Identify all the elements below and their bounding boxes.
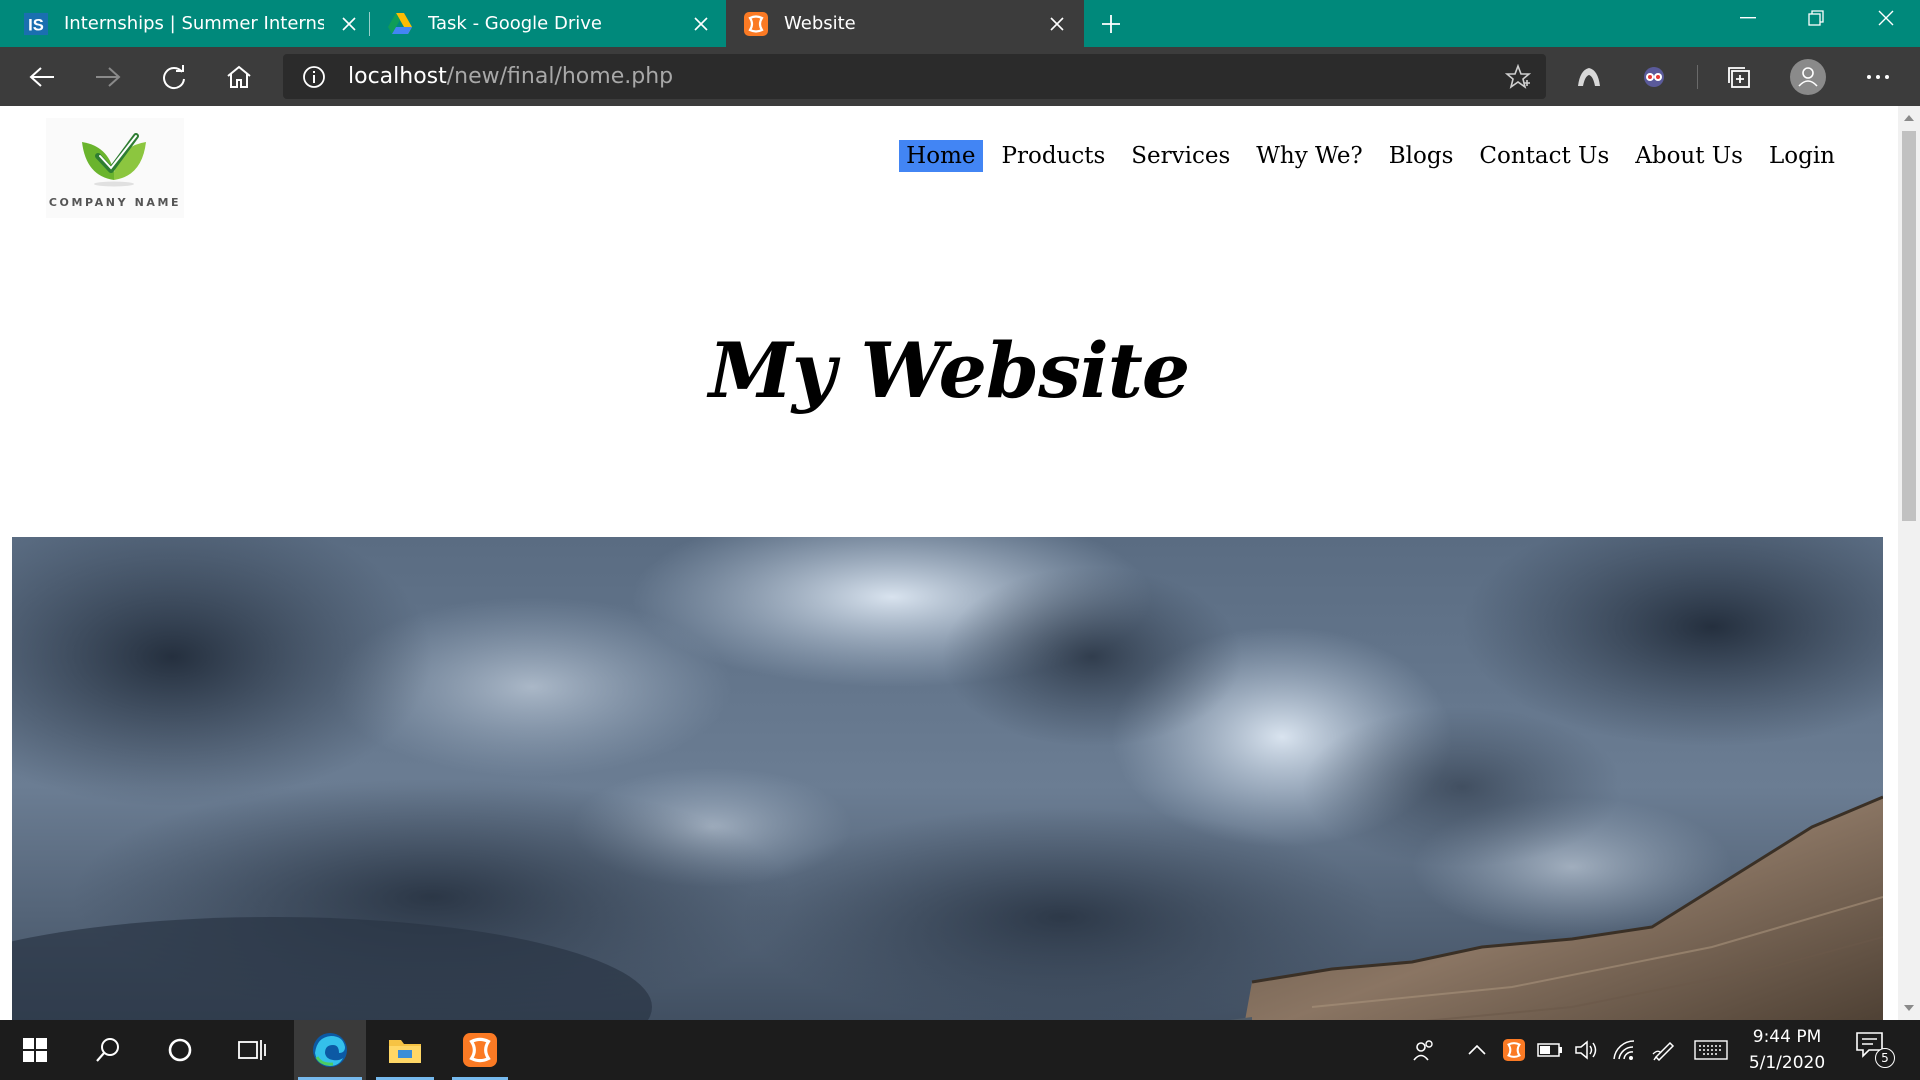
forward-button[interactable] [86,55,130,99]
nav-login[interactable]: Login [1762,140,1842,172]
svg-text:IS: IS [28,15,44,34]
extension-icon[interactable] [1567,55,1611,99]
nav-why-we[interactable]: Why We? [1249,140,1369,172]
address-bar[interactable]: localhost/new/final/home.php [283,54,1546,99]
scroll-down-arrow-icon[interactable] [1898,998,1920,1018]
nav-products[interactable]: Products [995,140,1113,172]
nav-contact-us[interactable]: Contact Us [1472,140,1616,172]
taskbar-file-explorer[interactable] [372,1020,438,1080]
tab-separator [369,12,370,36]
info-icon[interactable] [302,65,326,93]
system-clock[interactable]: 9:44 PM 5/1/2020 [1727,1024,1847,1076]
folder-icon [389,1040,421,1063]
xampp-icon [463,1033,497,1067]
minimize-button[interactable] [1714,0,1782,36]
taskbar-xampp[interactable] [448,1020,512,1080]
close-tab-icon[interactable] [690,13,712,35]
windows-taskbar: 9:44 PM 5/1/2020 5 [0,1020,1920,1080]
touch-keyboard-icon[interactable] [1693,1038,1729,1062]
xampp-icon [744,11,768,36]
google-drive-icon [388,12,412,36]
collections-icon[interactable] [1717,55,1761,99]
scroll-thumb[interactable] [1902,131,1916,521]
close-tab-icon[interactable] [1046,13,1068,35]
action-center-button[interactable]: 5 [1855,1030,1895,1070]
nav-services[interactable]: Services [1124,140,1237,172]
nav-home[interactable]: Home [899,140,983,172]
battery-icon[interactable] [1536,1038,1564,1062]
taskbar-edge[interactable] [294,1020,366,1080]
pen-workspace-icon[interactable] [1650,1038,1678,1062]
extension-eyes-icon[interactable] [1632,55,1676,99]
start-button[interactable] [5,1020,65,1080]
browser-tab-bar: IS Internships | Summer Internship Task … [0,0,1920,47]
tab-title: Website [784,13,856,34]
cortana-icon [168,1038,192,1062]
company-logo[interactable]: COMPANY NAME [46,118,184,218]
notification-count-badge: 5 [1875,1048,1895,1068]
tab-google-drive[interactable]: Task - Google Drive [388,0,712,47]
main-nav: Home Products Services Why We? Blogs Con… [887,140,1842,172]
hero-banner-image [12,537,1883,1020]
tab-website[interactable]: Website [726,0,1084,47]
refresh-button[interactable] [152,55,196,99]
toolbar-divider [1697,65,1698,89]
favorite-star-icon[interactable] [1504,63,1532,94]
url-path: /new/final/home.php [446,64,674,89]
tab-internships[interactable]: IS Internships | Summer Internship [24,0,360,47]
edge-icon [313,1033,347,1067]
scroll-up-arrow-icon[interactable] [1898,108,1920,128]
internshala-icon: IS [24,12,48,36]
clock-time: 9:44 PM [1752,1027,1822,1047]
cortana-button[interactable] [150,1020,210,1080]
close-tab-icon[interactable] [338,13,360,35]
tab-title: Task - Google Drive [428,13,602,34]
clock-date: 5/1/2020 [1748,1053,1826,1073]
xampp-tray-icon[interactable] [1500,1038,1528,1062]
home-button[interactable] [217,55,261,99]
show-hidden-icons-chevron-icon[interactable] [1463,1038,1491,1062]
search-icon [96,1038,119,1062]
search-button[interactable] [78,1020,138,1080]
new-tab-button[interactable] [1089,2,1133,46]
people-icon[interactable] [1410,1038,1438,1062]
more-menu-icon[interactable] [1856,55,1900,99]
task-view-button[interactable] [222,1020,282,1080]
url-host: localhost [348,64,447,89]
profile-avatar-icon[interactable] [1786,55,1830,99]
restore-button[interactable] [1782,0,1850,36]
leaf-check-logo-icon [82,133,146,187]
url-text: localhost/new/final/home.php [348,64,673,89]
close-window-button[interactable] [1852,0,1920,36]
tab-title: Internships | Summer Internship [64,13,324,34]
nav-about-us[interactable]: About Us [1628,140,1750,172]
page-scrollbar[interactable] [1898,106,1920,1020]
wifi-icon[interactable] [1610,1038,1638,1062]
logo-company-name: COMPANY NAME [48,196,182,209]
back-button[interactable] [20,55,64,99]
page-viewport: COMPANY NAME Home Products Services Why … [0,106,1898,1020]
volume-icon[interactable] [1572,1038,1600,1062]
hero-title: My Website [708,326,1191,415]
windows-logo-icon [23,1038,47,1062]
browser-toolbar: localhost/new/final/home.php [0,47,1920,106]
task-view-icon [238,1040,266,1060]
nav-blogs[interactable]: Blogs [1382,140,1461,172]
